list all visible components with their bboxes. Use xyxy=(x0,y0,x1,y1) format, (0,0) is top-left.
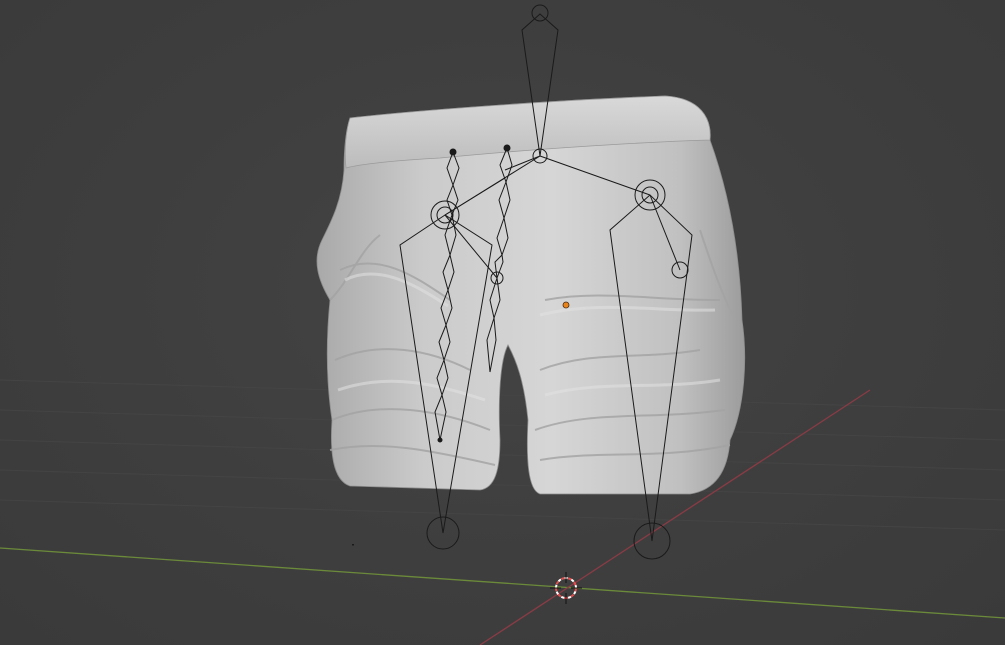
floor-grid xyxy=(0,379,1005,531)
y-axis-line xyxy=(0,547,1005,619)
viewport-canvas[interactable] xyxy=(0,0,1005,645)
viewport-speck xyxy=(352,544,354,546)
3d-viewport[interactable] xyxy=(0,0,1005,645)
shorts-mesh[interactable] xyxy=(316,95,746,495)
object-origin-dot xyxy=(562,301,570,309)
